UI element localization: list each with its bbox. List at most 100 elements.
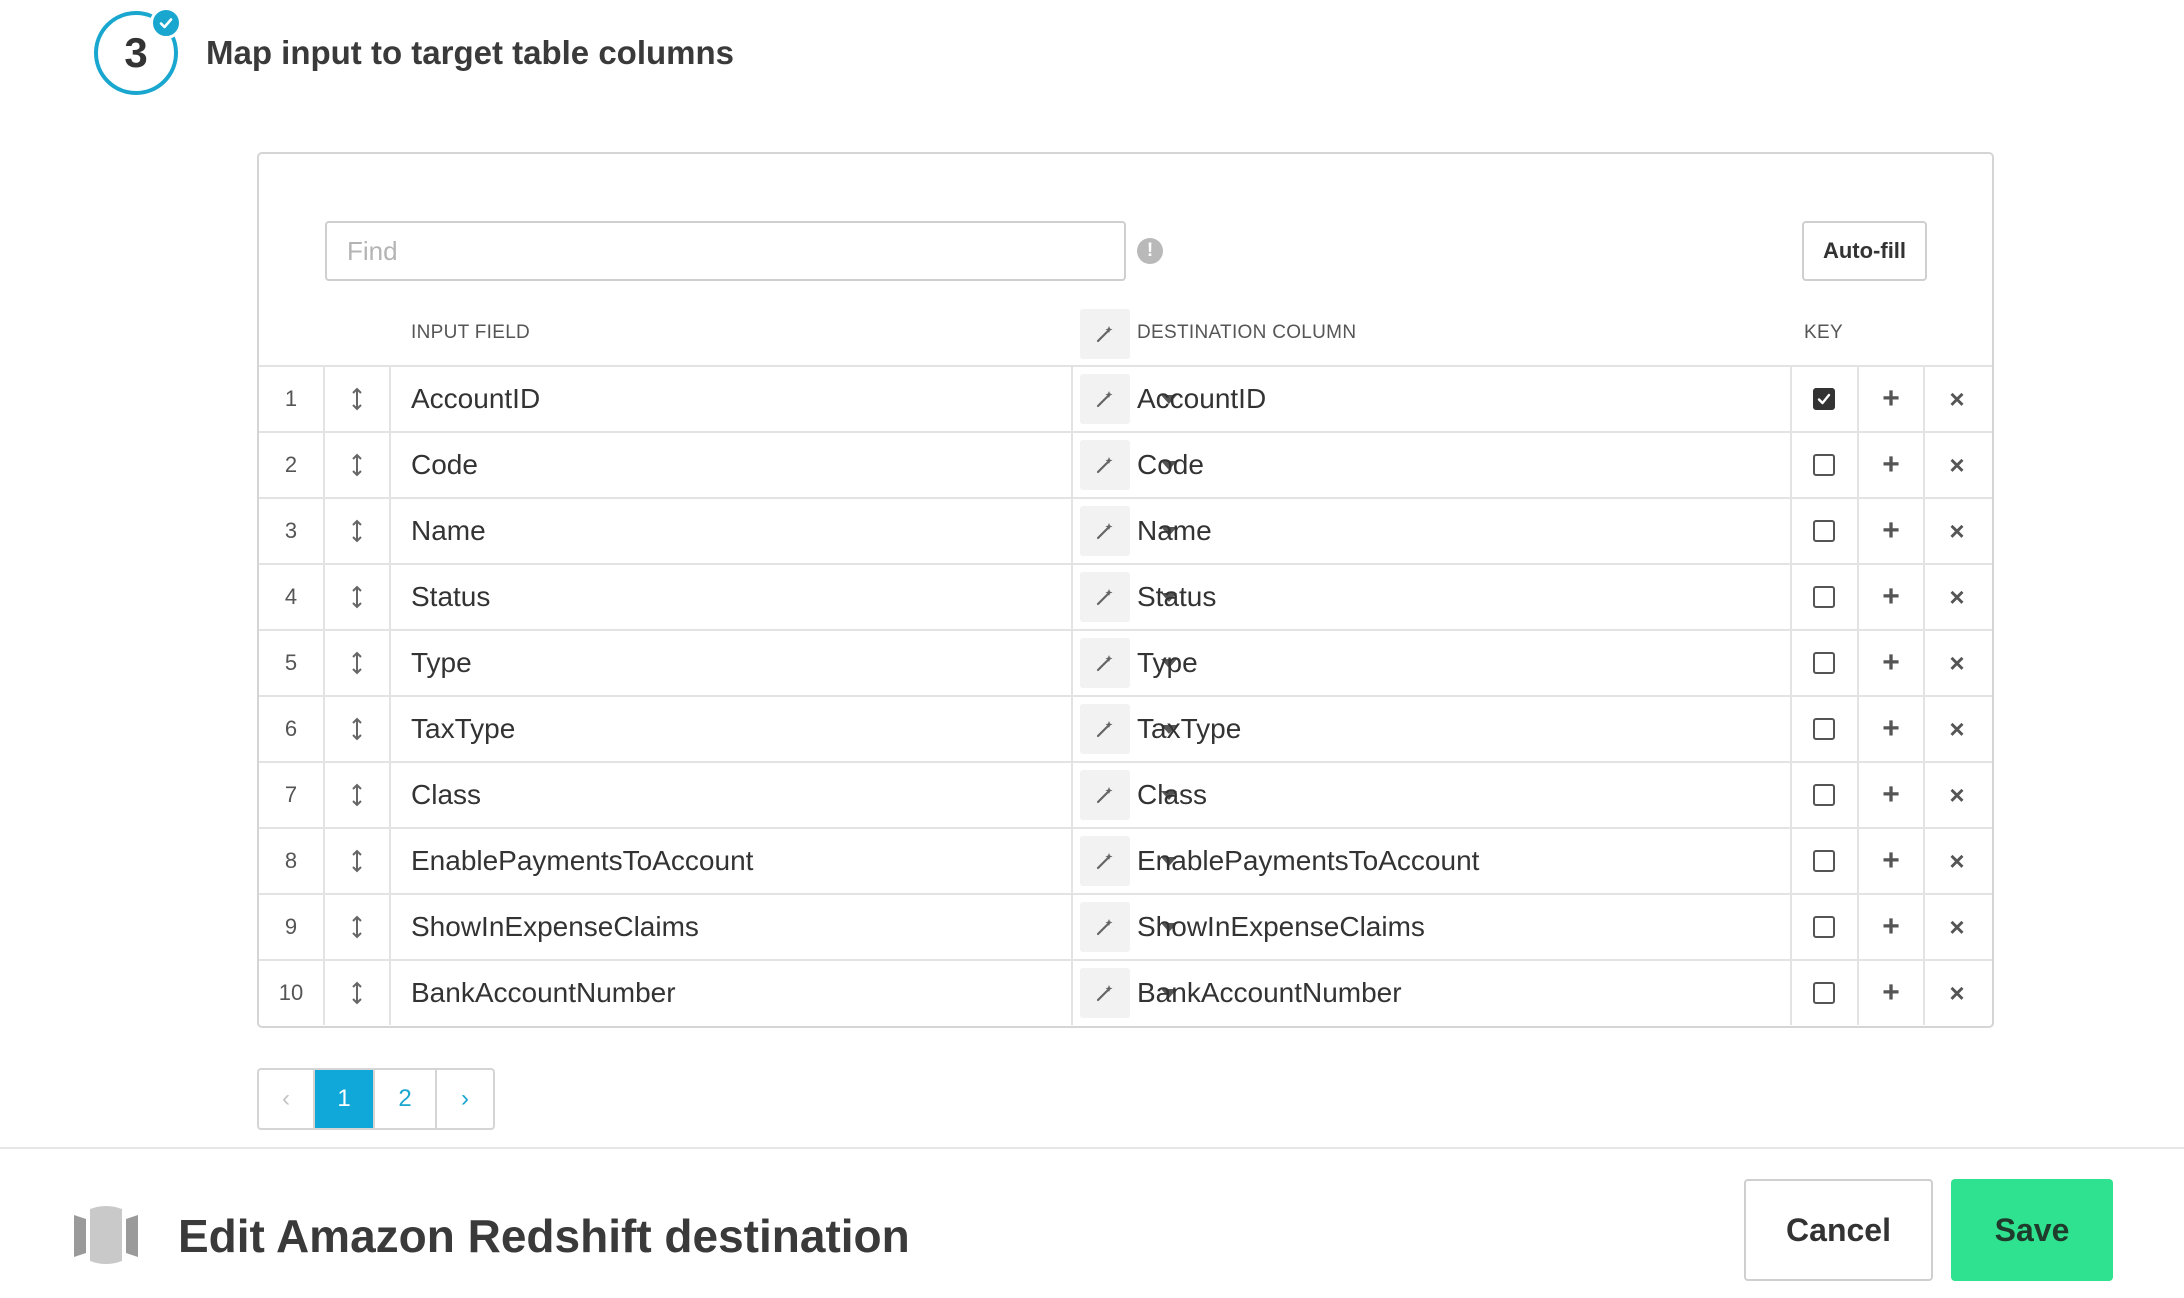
mapping-row: 5 Type Type + × xyxy=(259,629,1992,695)
remove-row-icon[interactable]: × xyxy=(1925,829,1989,893)
destination-column-value[interactable]: TaxType xyxy=(1137,697,1787,761)
add-row-icon[interactable]: + xyxy=(1859,961,1923,1025)
key-checkbox-cell[interactable] xyxy=(1792,631,1856,695)
input-field-select[interactable]: ShowInExpenseClaims xyxy=(391,895,1177,959)
add-row-icon[interactable]: + xyxy=(1859,631,1923,695)
drag-handle-icon[interactable] xyxy=(325,565,389,629)
magic-wand-icon[interactable] xyxy=(1080,572,1130,622)
key-checkbox-cell[interactable] xyxy=(1792,499,1856,563)
magic-wand-icon[interactable] xyxy=(1080,770,1130,820)
destination-column-value[interactable]: Name xyxy=(1137,499,1787,563)
add-row-icon[interactable]: + xyxy=(1859,895,1923,959)
key-checkbox[interactable] xyxy=(1813,916,1835,938)
magic-wand-all-icon[interactable] xyxy=(1080,309,1130,359)
row-number: 10 xyxy=(278,980,304,1005)
input-field-select[interactable]: TaxType xyxy=(391,697,1177,761)
destination-column-value[interactable]: Class xyxy=(1137,763,1787,827)
prev-page-button[interactable]: ‹ xyxy=(259,1070,315,1128)
destination-column-value[interactable]: AccountID xyxy=(1137,367,1787,431)
input-field-select[interactable]: Class xyxy=(391,763,1177,827)
key-checkbox-cell[interactable] xyxy=(1792,433,1856,497)
mapping-row: 4 Status Status + × xyxy=(259,563,1992,629)
remove-row-icon[interactable]: × xyxy=(1925,565,1989,629)
input-field-select[interactable]: BankAccountNumber xyxy=(391,961,1177,1025)
destination-column-value[interactable]: Type xyxy=(1137,631,1787,695)
magic-wand-icon[interactable] xyxy=(1080,968,1130,1018)
add-row-icon[interactable]: + xyxy=(1859,433,1923,497)
remove-row-icon[interactable]: × xyxy=(1925,895,1989,959)
key-checkbox[interactable] xyxy=(1813,586,1835,608)
destination-column-value[interactable]: EnablePaymentsToAccount xyxy=(1137,829,1787,893)
key-checkbox-cell[interactable] xyxy=(1792,961,1856,1025)
add-row-icon[interactable]: + xyxy=(1859,565,1923,629)
input-field-select[interactable]: Status xyxy=(391,565,1177,629)
key-checkbox[interactable] xyxy=(1813,388,1835,410)
input-field-select[interactable]: Name xyxy=(391,499,1177,563)
drag-handle-icon[interactable] xyxy=(325,829,389,893)
drag-handle-icon[interactable] xyxy=(325,631,389,695)
key-checkbox[interactable] xyxy=(1813,454,1835,476)
input-field-value: Type xyxy=(411,647,472,678)
drag-handle-icon[interactable] xyxy=(325,499,389,563)
magic-wand-icon[interactable] xyxy=(1080,704,1130,754)
key-checkbox[interactable] xyxy=(1813,652,1835,674)
save-button[interactable]: Save xyxy=(1951,1179,2113,1281)
next-page-button[interactable]: › xyxy=(437,1070,493,1128)
key-checkbox-cell[interactable] xyxy=(1792,697,1856,761)
page-1-button[interactable]: 1 xyxy=(315,1070,375,1128)
drag-handle-icon[interactable] xyxy=(325,697,389,761)
remove-row-icon[interactable]: × xyxy=(1925,499,1989,563)
row-number: 5 xyxy=(284,650,298,675)
remove-row-icon[interactable]: × xyxy=(1925,961,1989,1025)
drag-handle-icon[interactable] xyxy=(325,763,389,827)
input-field-select[interactable]: Code xyxy=(391,433,1177,497)
add-row-icon[interactable]: + xyxy=(1859,829,1923,893)
destination-column-value[interactable]: Status xyxy=(1137,565,1787,629)
page-2-button[interactable]: 2 xyxy=(375,1070,437,1128)
magic-wand-icon[interactable] xyxy=(1080,836,1130,886)
drag-handle-icon[interactable] xyxy=(325,961,389,1025)
destination-column-value[interactable]: BankAccountNumber xyxy=(1137,961,1787,1025)
remove-row-icon[interactable]: × xyxy=(1925,433,1989,497)
key-checkbox-cell[interactable] xyxy=(1792,565,1856,629)
drag-handle-icon[interactable] xyxy=(325,367,389,431)
destination-column-value[interactable]: Code xyxy=(1137,433,1787,497)
drag-handle-icon[interactable] xyxy=(325,433,389,497)
magic-wand-icon[interactable] xyxy=(1080,374,1130,424)
magic-wand-icon[interactable] xyxy=(1080,638,1130,688)
key-checkbox[interactable] xyxy=(1813,520,1835,542)
magic-wand-icon[interactable] xyxy=(1080,902,1130,952)
column-header-input-field: INPUT FIELD xyxy=(411,322,531,343)
magic-wand-icon[interactable] xyxy=(1080,506,1130,556)
add-row-icon[interactable]: + xyxy=(1859,697,1923,761)
find-input[interactable] xyxy=(325,221,1126,281)
cancel-button[interactable]: Cancel xyxy=(1744,1179,1933,1281)
remove-row-icon[interactable]: × xyxy=(1925,367,1989,431)
add-row-icon[interactable]: + xyxy=(1859,763,1923,827)
auto-fill-button[interactable]: Auto-fill xyxy=(1802,221,1927,281)
key-checkbox[interactable] xyxy=(1813,850,1835,872)
remove-row-icon[interactable]: × xyxy=(1925,631,1989,695)
mapping-row: 10 BankAccountNumber BankAccountNumber +… xyxy=(259,959,1992,1025)
key-checkbox[interactable] xyxy=(1813,718,1835,740)
mapping-panel: ! Auto-fill INPUT FIELD DESTINATION COLU… xyxy=(257,152,1994,1028)
key-checkbox[interactable] xyxy=(1813,784,1835,806)
input-field-select[interactable]: AccountID xyxy=(391,367,1177,431)
info-icon[interactable]: ! xyxy=(1137,238,1163,264)
key-checkbox-cell[interactable] xyxy=(1792,829,1856,893)
key-checkbox-cell[interactable] xyxy=(1792,367,1856,431)
remove-row-icon[interactable]: × xyxy=(1925,763,1989,827)
magic-wand-icon[interactable] xyxy=(1080,440,1130,490)
key-checkbox-cell[interactable] xyxy=(1792,895,1856,959)
add-row-icon[interactable]: + xyxy=(1859,499,1923,563)
key-checkbox[interactable] xyxy=(1813,982,1835,1004)
remove-row-icon[interactable]: × xyxy=(1925,697,1989,761)
add-row-icon[interactable]: + xyxy=(1859,367,1923,431)
redshift-icon xyxy=(72,1201,140,1269)
destination-column-value[interactable]: ShowInExpenseClaims xyxy=(1137,895,1787,959)
input-field-select[interactable]: EnablePaymentsToAccount xyxy=(391,829,1177,893)
row-number: 2 xyxy=(284,452,298,477)
key-checkbox-cell[interactable] xyxy=(1792,763,1856,827)
input-field-select[interactable]: Type xyxy=(391,631,1177,695)
drag-handle-icon[interactable] xyxy=(325,895,389,959)
